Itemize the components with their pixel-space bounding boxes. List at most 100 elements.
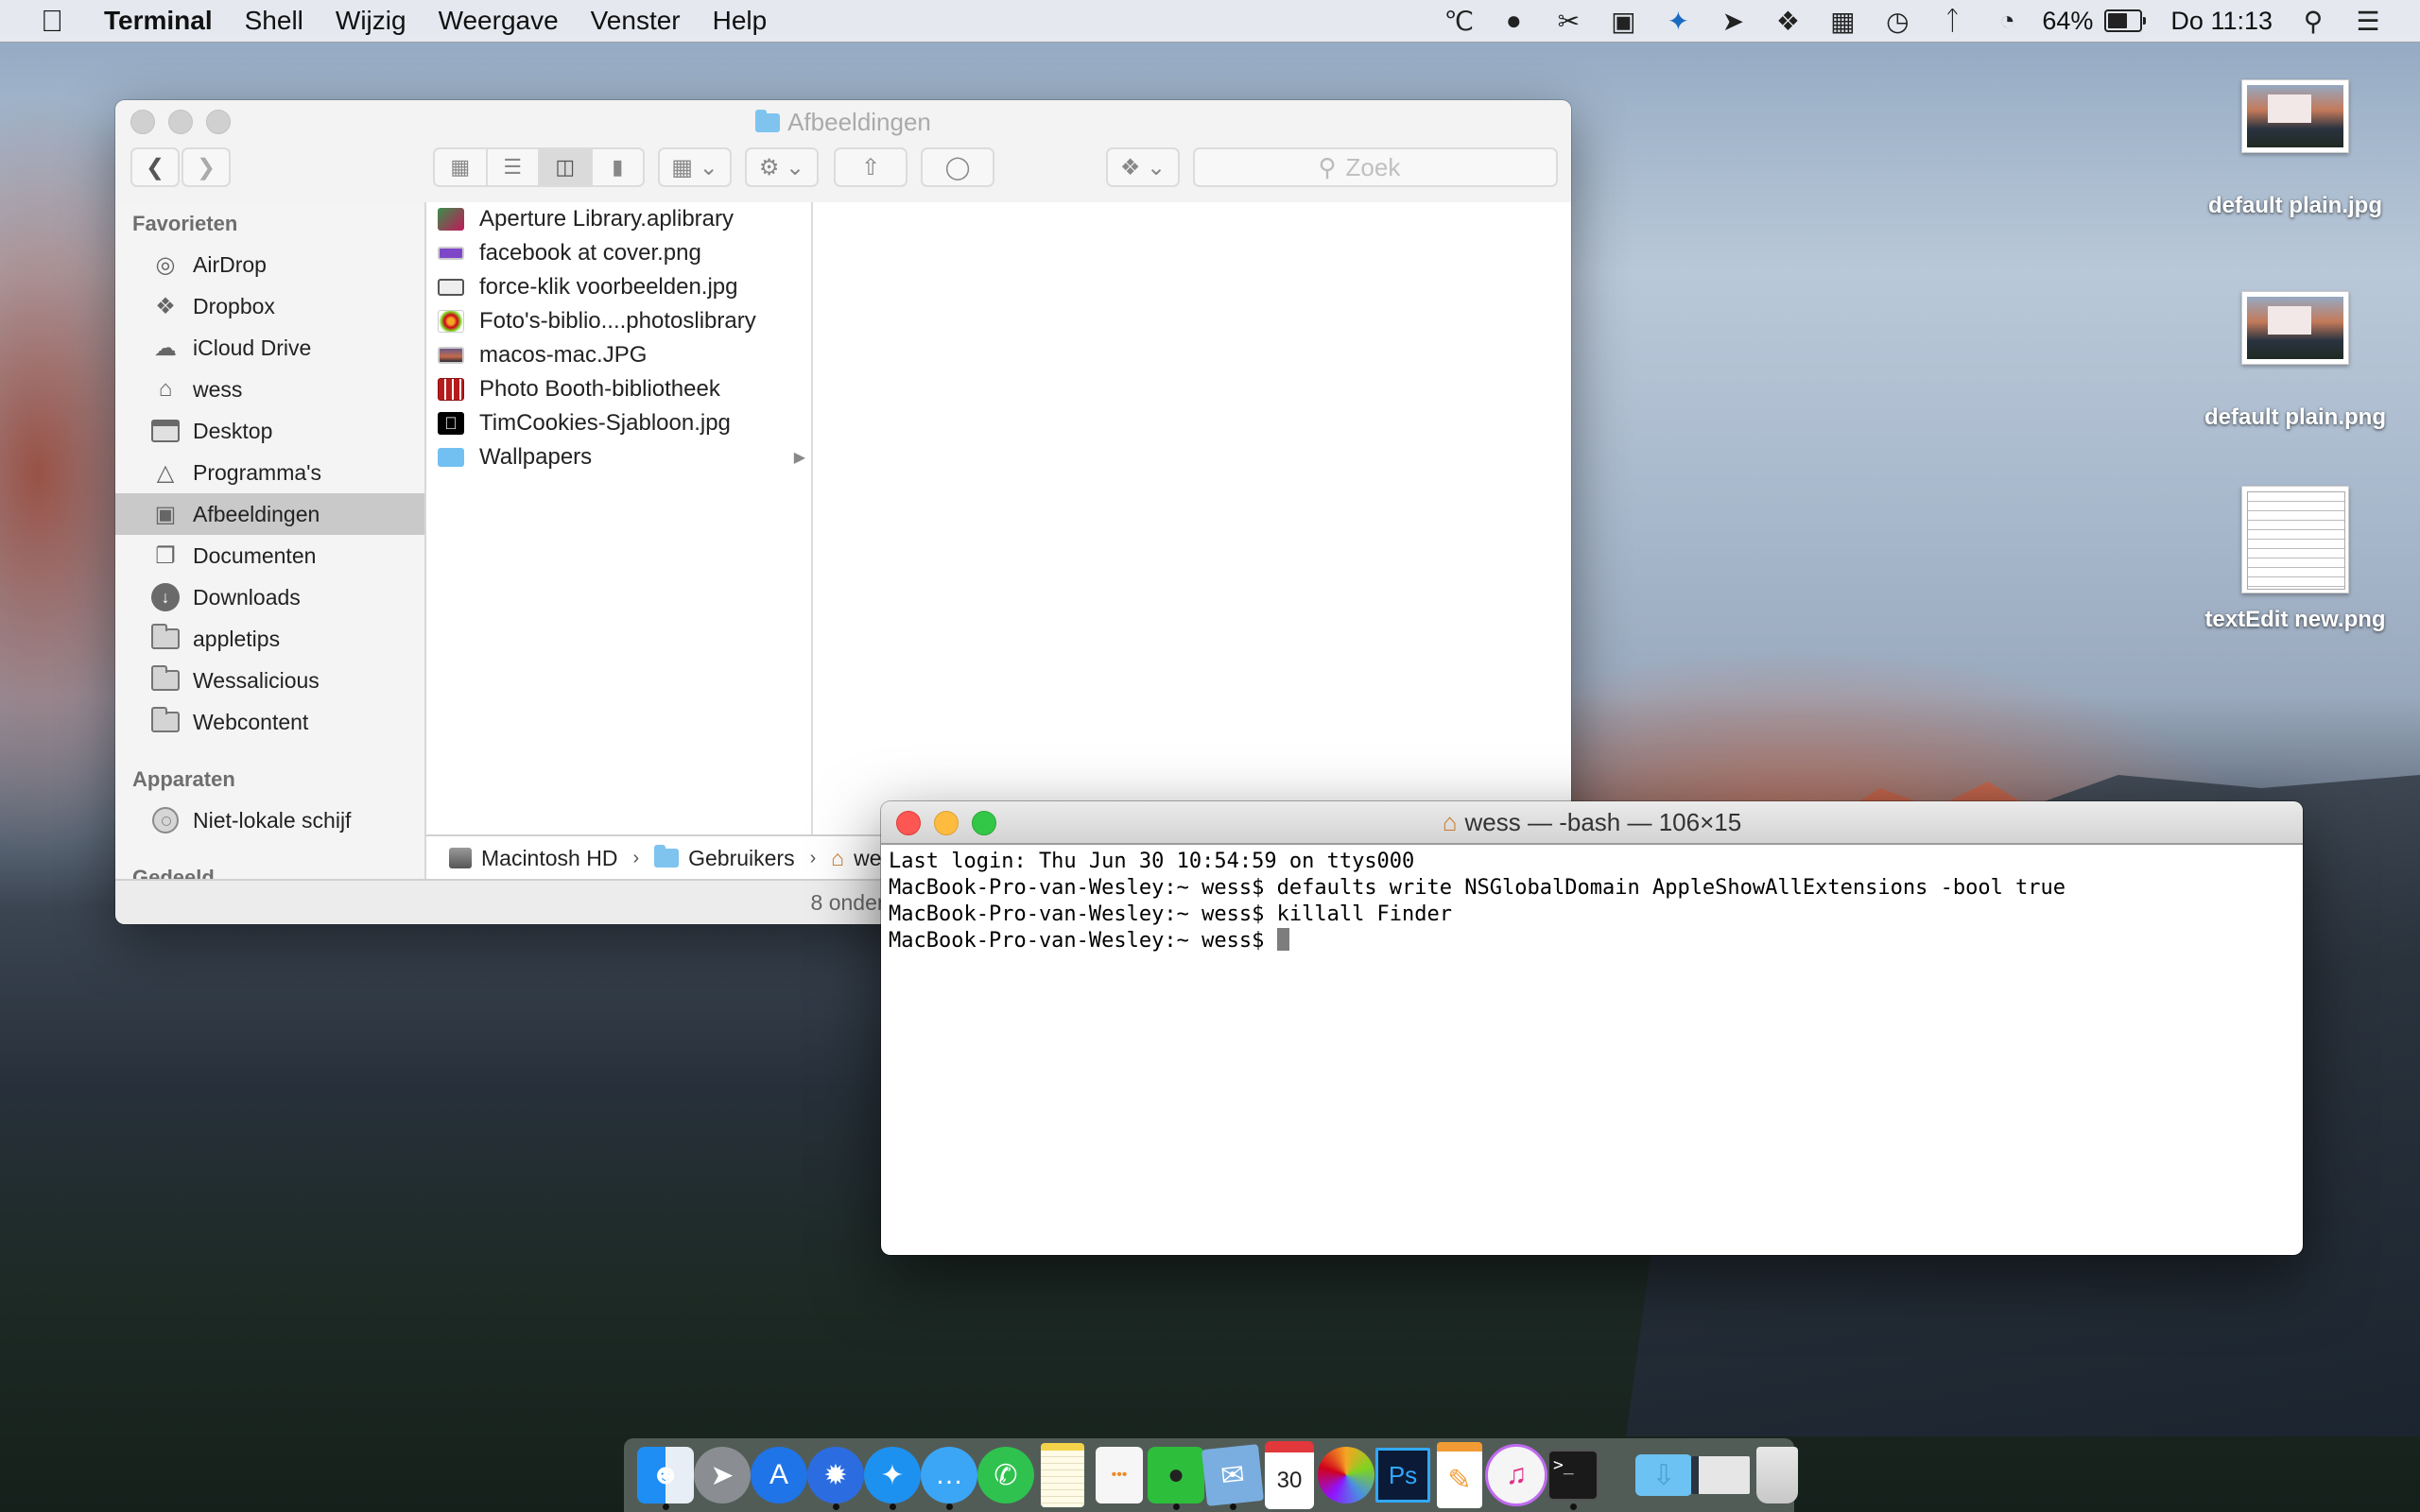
- minimize-button[interactable]: [934, 811, 959, 835]
- twitter-icon[interactable]: ✦: [1660, 3, 1696, 39]
- apple-logo-icon[interactable]: : [0, 4, 104, 39]
- terminal-output[interactable]: Last login: Thu Jun 30 10:54:59 on ttys0…: [881, 845, 2303, 958]
- dock-item-launchpad[interactable]: ➤: [694, 1438, 751, 1512]
- menu-venster[interactable]: Venster: [575, 6, 697, 36]
- sidebar-item-icloud-drive[interactable]: ☁ iCloud Drive: [115, 327, 424, 369]
- file-item[interactable]: facebook at cover.png: [426, 236, 811, 270]
- desktop-icon-file[interactable]: default plain.jpg: [2201, 79, 2390, 219]
- column-view-button[interactable]: ◫: [540, 149, 593, 185]
- list-view-button[interactable]: ☰: [488, 149, 540, 185]
- sidebar-section-favorieten: Favorieten: [132, 212, 238, 235]
- dock-item-terminal[interactable]: >_: [1545, 1438, 1601, 1512]
- dock-item-finder[interactable]: ☻: [637, 1438, 694, 1512]
- evernote-icon[interactable]: ●: [1495, 3, 1531, 39]
- dock-item-mail[interactable]: ✉: [1201, 1438, 1264, 1512]
- dock-item-calendar[interactable]: 30: [1261, 1438, 1318, 1512]
- dropbox-icon[interactable]: ❖: [1770, 3, 1806, 39]
- menu-wijzig[interactable]: Wijzig: [320, 6, 423, 36]
- window-title-text: wess — -bash — 106×15: [1464, 807, 1742, 836]
- icon-view-button[interactable]: ▦: [435, 149, 488, 185]
- sidebar-section-gedeeld: Gedeeld: [132, 866, 215, 880]
- file-item[interactable]: Aperture Library.aplibrary: [426, 202, 811, 236]
- dock-item-twitter[interactable]: ✦: [864, 1438, 921, 1512]
- arrange-button[interactable]: ▦ ⌄: [658, 147, 732, 187]
- dock-item-safari-document[interactable]: [1691, 1438, 1750, 1512]
- dock-item-safari[interactable]: ✹: [807, 1438, 864, 1512]
- sidebar-item-wessalicious[interactable]: Wessalicious: [115, 660, 424, 701]
- desktop-icon-file[interactable]: default plain.png: [2201, 291, 2390, 431]
- file-name: TimCookies-Sjabloon.jpg: [479, 410, 731, 436]
- file-item[interactable]: Foto's-biblio....photoslibrary: [426, 304, 811, 338]
- cover-flow-view-button[interactable]: ▮: [593, 149, 644, 185]
- file-item[interactable]: macos-mac.JPG: [426, 338, 811, 372]
- image-icon: : [438, 412, 464, 435]
- search-icon[interactable]: ⚲: [2295, 3, 2331, 39]
- share-button[interactable]: ⇧: [834, 147, 908, 187]
- path-item[interactable]: Gebruikers: [688, 846, 794, 871]
- search-field[interactable]: ⚲: [1193, 147, 1558, 187]
- tag-button[interactable]: ◯: [921, 147, 994, 187]
- path-item[interactable]: we: [854, 846, 881, 871]
- time-machine-icon[interactable]: ◷: [1879, 3, 1915, 39]
- dock-item-evernote[interactable]: ●: [1148, 1438, 1204, 1512]
- sidebar-item-desktop[interactable]: Desktop: [115, 410, 424, 452]
- clock[interactable]: Do 11:13: [2170, 7, 2273, 36]
- window-controls: [896, 811, 996, 835]
- dropbox-button[interactable]: ❖ ⌄: [1106, 147, 1180, 187]
- forward-button[interactable]: ❯: [182, 147, 231, 187]
- wifi-icon[interactable]: ◔: [1989, 3, 2025, 39]
- menu-app-name[interactable]: Terminal: [104, 6, 229, 36]
- sidebar-item-programmas[interactable]: △ Programma's: [115, 452, 424, 493]
- sidebar-item-label: wess: [193, 376, 243, 402]
- creative-cloud-icon[interactable]: ℃: [1441, 3, 1477, 39]
- dock-item-pages[interactable]: ✎: [1431, 1438, 1488, 1512]
- desktop-icon-file[interactable]: textEdit new.png: [2201, 486, 2390, 633]
- menu-shell[interactable]: Shell: [229, 6, 320, 36]
- list-icon[interactable]: ☰: [2350, 3, 2386, 39]
- sidebar-item-webcontent[interactable]: Webcontent: [115, 701, 424, 743]
- close-button[interactable]: [896, 811, 921, 835]
- terminal-window: ⌂ wess — -bash — 106×15 Last login: Thu …: [881, 801, 2303, 1255]
- display-mirroring-icon[interactable]: ▣: [1605, 3, 1641, 39]
- sidebar-item-afbeeldingen[interactable]: ▣ Afbeeldingen: [115, 493, 424, 535]
- memory-icon[interactable]: ▦: [1824, 3, 1860, 39]
- file-item[interactable]:  TimCookies-Sjabloon.jpg: [426, 406, 811, 440]
- bluetooth-icon[interactable]: ᛏ: [1934, 3, 1970, 39]
- dock-item-photoshop[interactable]: Ps: [1374, 1438, 1431, 1512]
- menu-weergave[interactable]: Weergave: [423, 6, 575, 36]
- dock-item-messages[interactable]: …: [921, 1438, 977, 1512]
- action-button[interactable]: ⚙ ⌄: [745, 147, 819, 187]
- image-icon: [438, 347, 464, 364]
- file-item[interactable]: Photo Booth-bibliotheek: [426, 372, 811, 406]
- sidebar-item-niet-lokale-schijf[interactable]: Niet-lokale schijf: [115, 799, 424, 841]
- path-item[interactable]: Macintosh HD: [481, 846, 617, 871]
- dock-item-itunes[interactable]: ♫: [1485, 1438, 1547, 1512]
- menu-help[interactable]: Help: [697, 6, 784, 36]
- file-item[interactable]: force-klik voorbeelden.jpg: [426, 270, 811, 304]
- finder-sidebar: Favorieten ◎ AirDrop ❖ Dropbox ☁ iCloud …: [115, 202, 426, 880]
- terminal-line: MacBook-Pro-van-Wesley:~ wess$: [889, 929, 1277, 953]
- dock-item-notes[interactable]: [1034, 1438, 1091, 1512]
- sidebar-item-appletips[interactable]: appletips: [115, 618, 424, 660]
- dock-item-whatsapp[interactable]: ✆: [977, 1438, 1034, 1512]
- zoom-button[interactable]: [972, 811, 996, 835]
- folder-icon: [151, 707, 180, 732]
- sidebar-item-wess[interactable]: ⌂ wess: [115, 369, 424, 410]
- running-indicator: [945, 1503, 953, 1510]
- search-input[interactable]: [1343, 151, 1433, 183]
- sidebar-item-downloads[interactable]: ↓ Downloads: [115, 576, 424, 618]
- dock-item-app-store[interactable]: A: [751, 1438, 807, 1512]
- file-item[interactable]: Wallpapers ▶: [426, 440, 811, 474]
- dock-item-photos[interactable]: [1318, 1438, 1374, 1512]
- dock-item-reminders[interactable]: •••: [1091, 1438, 1148, 1512]
- back-button[interactable]: ❮: [130, 147, 180, 187]
- sidebar-item-airdrop[interactable]: ◎ AirDrop: [115, 244, 424, 285]
- dock-item-downloads-stack[interactable]: ⇩: [1635, 1438, 1692, 1512]
- dock-item-trash[interactable]: [1749, 1438, 1806, 1512]
- location-arrow-icon[interactable]: ➤: [1715, 3, 1751, 39]
- sidebar-item-documenten[interactable]: ❐ Documenten: [115, 535, 424, 576]
- sidebar-item-dropbox[interactable]: ❖ Dropbox: [115, 285, 424, 327]
- battery-icon[interactable]: [2104, 9, 2147, 32]
- battery-percent: 64%: [2042, 6, 2094, 35]
- scissors-icon[interactable]: ✂: [1550, 3, 1586, 39]
